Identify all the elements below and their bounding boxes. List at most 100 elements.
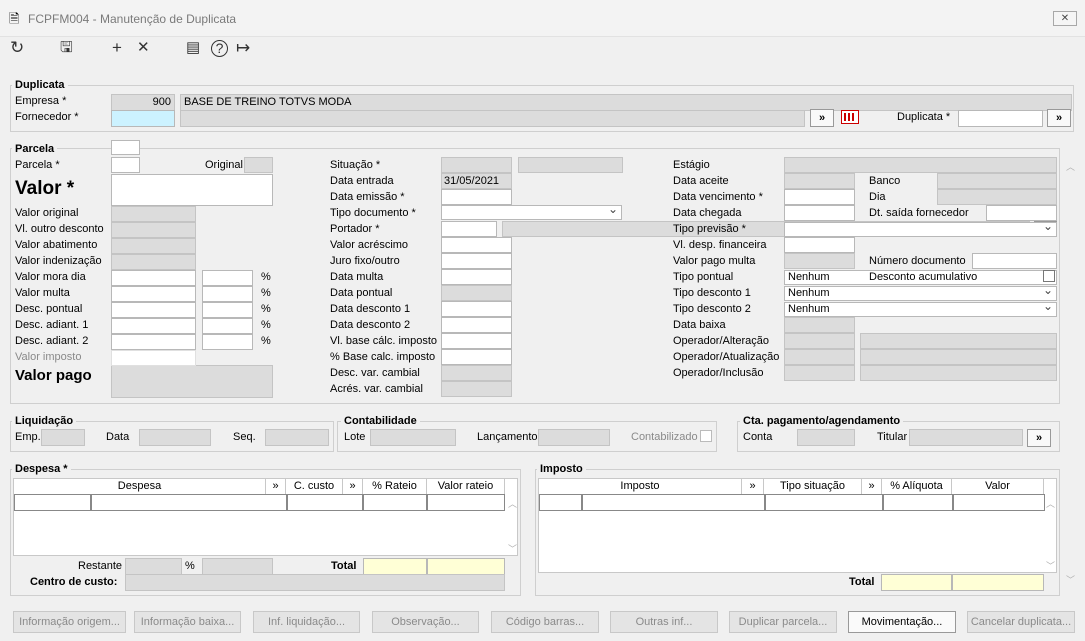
seq-field xyxy=(265,429,329,446)
col3-field-2[interactable] xyxy=(784,189,855,205)
tipo-previsao-select[interactable] xyxy=(784,220,1057,237)
col-c-custo[interactable]: C. custo xyxy=(286,479,343,494)
footer-button-1[interactable]: Informação baixa... xyxy=(134,611,241,633)
despesa-cell[interactable] xyxy=(427,494,505,511)
save-icon[interactable]: 🖫 xyxy=(60,38,73,58)
delete-icon[interactable]: ✕ xyxy=(137,38,150,58)
col1-field-8[interactable] xyxy=(111,334,196,350)
col1-pct-field-8[interactable] xyxy=(202,334,253,350)
emp-field xyxy=(41,429,85,446)
col3-field-3[interactable] xyxy=(784,205,855,221)
help-icon[interactable]: ? xyxy=(211,40,228,57)
col-despesa[interactable]: Despesa xyxy=(14,479,266,494)
col-rateio[interactable]: % Rateio xyxy=(363,479,427,494)
banco-field xyxy=(937,173,1057,189)
col1-pct-field-7[interactable] xyxy=(202,318,253,334)
portador-field[interactable] xyxy=(441,221,497,237)
col1-pct-field-6[interactable] xyxy=(202,302,253,318)
fornecedor-code-field[interactable] xyxy=(111,110,175,127)
footer-button-8[interactable]: Cancelar duplicata... xyxy=(967,611,1075,633)
scroll-up-icon[interactable]: ︿ xyxy=(508,497,517,510)
calendar-icon[interactable]: ▤ xyxy=(186,38,200,58)
col3-select-9[interactable]: Nenhum xyxy=(784,300,1057,317)
duplicata-lookup-button[interactable]: » xyxy=(1047,109,1071,127)
titular-lookup-button[interactable]: » xyxy=(1027,429,1051,447)
footer-button-0[interactable]: Informação origem... xyxy=(13,611,126,633)
col1-field-9 xyxy=(111,350,196,366)
parcela-nav-field[interactable] xyxy=(111,140,140,155)
empresa-code-field[interactable]: 900 xyxy=(111,94,175,111)
parcela-field[interactable] xyxy=(111,157,140,173)
col2-field-11[interactable] xyxy=(441,333,512,349)
duplicata-field[interactable] xyxy=(958,110,1043,127)
col2-field-10[interactable] xyxy=(441,317,512,333)
dt-saida-field[interactable] xyxy=(986,205,1057,221)
tipo-documento-select[interactable] xyxy=(441,203,622,220)
col-tipo-more[interactable]: » xyxy=(862,479,882,494)
footer-button-7[interactable]: Movimentação... xyxy=(848,611,956,633)
col-valor[interactable]: Valor xyxy=(952,479,1044,494)
footer-button-3[interactable]: Observação... xyxy=(372,611,479,633)
col-aliquota[interactable]: % Alíquota xyxy=(882,479,952,494)
col2-field-2[interactable] xyxy=(441,189,512,205)
col-despesa-more[interactable]: » xyxy=(266,479,286,494)
close-button[interactable]: ✕ xyxy=(1053,11,1077,26)
footer-button-2[interactable]: Inf. liquidação... xyxy=(253,611,360,633)
fornecedor-lookup-button[interactable]: » xyxy=(810,109,834,127)
despesa-cell[interactable] xyxy=(91,494,287,511)
scroll-up-icon[interactable]: ︿ xyxy=(1046,497,1055,510)
col1-field-5[interactable] xyxy=(111,286,196,302)
imposto-cell[interactable] xyxy=(582,494,765,511)
col1-pct-field-5[interactable] xyxy=(202,286,253,302)
footer-button-6[interactable]: Duplicar parcela... xyxy=(729,611,837,633)
cta-title: Cta. pagamento/agendamento xyxy=(740,415,904,427)
scroll-down-icon[interactable]: ﹀ xyxy=(1066,573,1075,586)
scroll-down-icon[interactable]: ﹀ xyxy=(1046,559,1055,572)
add-icon[interactable]: + xyxy=(112,38,122,58)
despesa-cell[interactable] xyxy=(363,494,427,511)
col-valor-rateio[interactable]: Valor rateio xyxy=(427,479,505,494)
refresh-icon[interactable]: ↻ xyxy=(10,38,24,58)
col-imposto-more[interactable]: » xyxy=(742,479,764,494)
col2-field-6[interactable] xyxy=(441,253,512,269)
exit-icon[interactable]: ↦ xyxy=(236,38,250,58)
imposto-cell[interactable] xyxy=(765,494,883,511)
col1-field-7[interactable] xyxy=(111,318,196,334)
col3-label-9: Tipo desconto 2 xyxy=(673,303,751,315)
window-title: FCPFM004 - Manutenção de Duplicata xyxy=(28,12,237,26)
despesa-cell[interactable] xyxy=(14,494,91,511)
restante-pct: % xyxy=(185,560,195,572)
desc-acum-checkbox[interactable] xyxy=(1043,270,1055,282)
footer-button-5[interactable]: Outras inf... xyxy=(610,611,718,633)
col1-pct-field-4[interactable] xyxy=(202,270,253,286)
col2-field-7[interactable] xyxy=(441,269,512,285)
imposto-cell[interactable] xyxy=(539,494,582,511)
scroll-up-icon[interactable]: ︿ xyxy=(1066,160,1075,173)
scroll-down-icon[interactable]: ﹀ xyxy=(508,542,517,555)
imposto-cell[interactable] xyxy=(883,494,953,511)
col2-field-9[interactable] xyxy=(441,301,512,317)
centro-custo-field xyxy=(125,574,505,591)
col2-field-5[interactable] xyxy=(441,237,512,253)
imposto-table: Imposto » Tipo situação » % Alíquota Val… xyxy=(538,478,1057,573)
contabilizado-checkbox xyxy=(700,430,712,442)
calendar-grid-icon[interactable] xyxy=(841,110,859,124)
original-label: Original xyxy=(205,159,243,171)
col3-field-5[interactable] xyxy=(784,237,855,253)
col2-field-12[interactable] xyxy=(441,349,512,365)
dt-saida-label: Dt. saída fornecedor xyxy=(869,207,969,219)
imposto-cell[interactable] xyxy=(953,494,1045,511)
lancamento-label: Lançamento xyxy=(477,431,538,443)
col3-select-8[interactable]: Nenhum xyxy=(784,284,1057,301)
col3-field-10 xyxy=(784,317,855,333)
duplicata-label: Duplicata * xyxy=(897,111,951,123)
footer-button-4[interactable]: Código barras... xyxy=(491,611,599,633)
col-imposto[interactable]: Imposto xyxy=(539,479,742,494)
despesa-cell[interactable] xyxy=(287,494,363,511)
num-doc-field[interactable] xyxy=(972,253,1057,269)
col1-field-6[interactable] xyxy=(111,302,196,318)
col1-field-4[interactable] xyxy=(111,270,196,286)
valor-field[interactable] xyxy=(111,174,273,206)
col-c-custo-more[interactable]: » xyxy=(343,479,363,494)
col-tipo-situacao[interactable]: Tipo situação xyxy=(764,479,862,494)
